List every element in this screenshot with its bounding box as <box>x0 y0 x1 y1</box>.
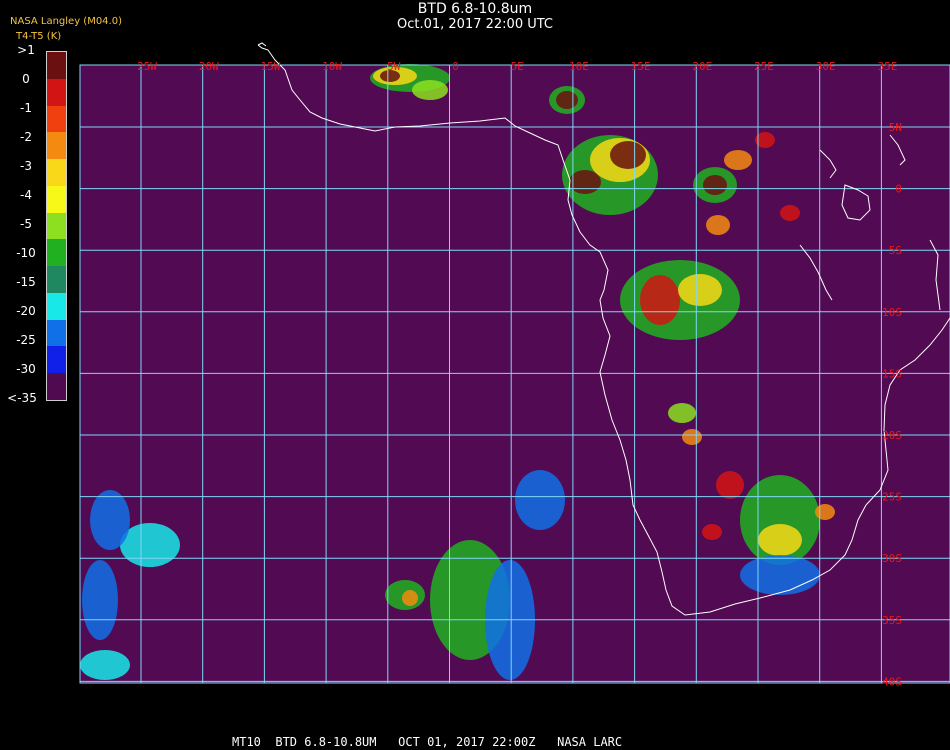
longitude-label: 10W <box>322 60 342 73</box>
longitude-label: 15E <box>631 60 651 73</box>
cloud-cluster <box>610 141 646 169</box>
cloud-cluster <box>90 490 130 550</box>
cloud-cluster <box>402 590 418 606</box>
latitude-label: 30S <box>882 552 902 565</box>
satellite-map: 25W 20W 15W 10W 5W 0 5E 10E 15E 20E 25E 30E 35E 5N 0 5S… <box>79 42 950 688</box>
longitude-label: 15W <box>260 60 280 73</box>
cloud-cluster <box>678 274 722 306</box>
latitude-label: 10S <box>882 306 902 319</box>
longitude-label: 25E <box>754 60 774 73</box>
cloud-cluster <box>569 170 601 194</box>
latitude-label: 5N <box>889 121 902 134</box>
longitude-label: 5W <box>387 60 401 73</box>
cloud-cluster <box>716 471 744 499</box>
footer-caption: MT10 BTD 6.8-10.8UM OCT 01, 2017 22:00Z … <box>232 735 623 749</box>
cloud-cluster <box>740 555 820 595</box>
cloud-cluster <box>668 403 696 423</box>
longitude-label: 5E <box>511 60 524 73</box>
cloud-cluster <box>120 523 180 567</box>
longitude-label: 35E <box>877 60 897 73</box>
cloud-cluster <box>702 524 722 540</box>
cloud-cluster <box>703 175 727 195</box>
longitude-label: 0 <box>452 60 459 73</box>
longitude-label: 10E <box>569 60 589 73</box>
longitude-label: 25W <box>137 60 157 73</box>
cloud-cluster <box>780 205 800 221</box>
latitude-label: 25S <box>882 491 902 504</box>
longitude-label: 20W <box>199 60 219 73</box>
latitude-label: 40S <box>882 675 902 688</box>
cloud-cluster <box>556 91 578 109</box>
cloud-cluster <box>682 429 702 445</box>
cloud-cluster <box>80 650 130 680</box>
latitude-label: 5S <box>889 244 902 257</box>
cloud-cluster <box>82 560 118 640</box>
cloud-cluster <box>815 504 835 520</box>
cloud-cluster <box>412 80 448 100</box>
cloud-cluster <box>724 150 752 170</box>
latitude-label: 20S <box>882 429 902 442</box>
longitude-label: 30E <box>816 60 836 73</box>
latitude-label: 15S <box>882 367 902 380</box>
cloud-cluster <box>758 524 802 556</box>
longitude-label: 20E <box>692 60 712 73</box>
cloud-cluster <box>706 215 730 235</box>
latitude-label: 35S <box>882 614 902 627</box>
cloud-cluster <box>515 470 565 530</box>
cloud-cluster <box>640 275 680 325</box>
latitude-label: 0 <box>895 183 902 196</box>
